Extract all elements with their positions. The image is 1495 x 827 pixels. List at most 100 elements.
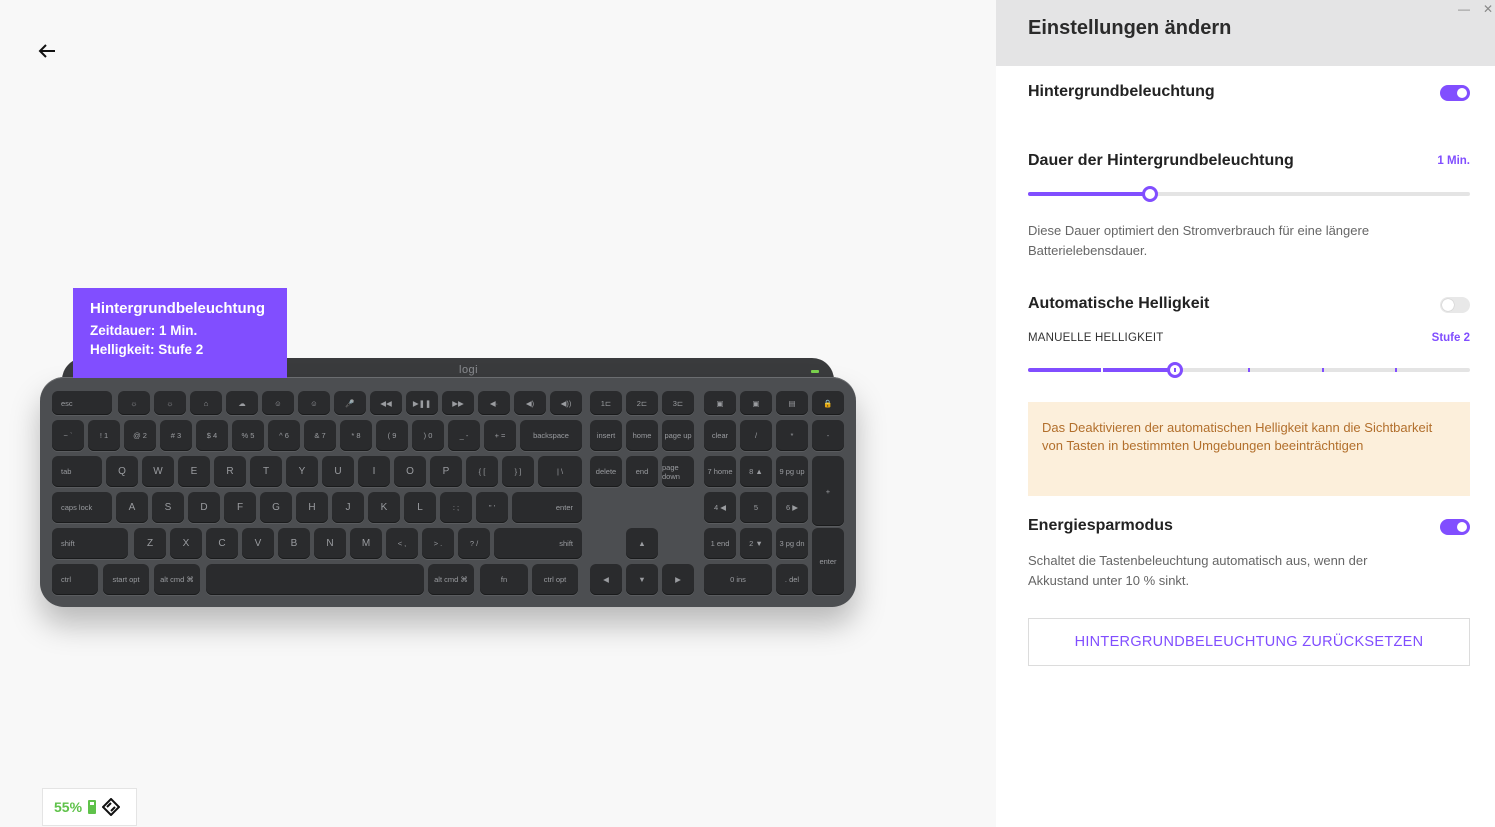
keyboard-key: T [250,456,282,487]
keyboard-key: + [812,456,844,526]
backlight-label: Hintergrundbeleuchtung [1028,83,1215,100]
keyboard-key: : ; [440,492,472,523]
keyboard-key: shift [494,528,582,559]
keyboard-key: enter [512,492,582,523]
keyboard-key: F [224,492,256,523]
keyboard-key: L [404,492,436,523]
keyboard-key: _ - [448,420,480,451]
keyboard-key: 🎤 [334,391,366,415]
keyboard-key: 4 ◀ [704,492,736,523]
keyboard-key: tab [52,456,102,487]
keyboard-key: { [ [466,456,498,487]
keyboard-key: end [626,456,658,487]
keyboard-key: N [314,528,346,559]
keyboard-key: esc [52,391,112,415]
keyboard-key: page down [662,456,694,487]
keyboard-key: ▶ [662,564,694,595]
keyboard-key: insert [590,420,622,451]
keyboard-key: . del [776,564,808,595]
keyboard-key: ) 0 [412,420,444,451]
keyboard-key: 1⊏ [590,391,622,415]
keyboard-key: ☼ [154,391,186,415]
keyboard-key: - [812,420,844,451]
duration-description: Diese Dauer optimiert den Stromverbrauch… [1028,223,1370,258]
keyboard-key: ▣ [740,391,772,415]
keyboard-key: % 5 [232,420,264,451]
keyboard-key: + = [484,420,516,451]
keyboard-key: ▶▶ [442,391,474,415]
keyboard-key: ? / [458,528,490,559]
keyboard-key: > . [422,528,454,559]
auto-brightness-toggle[interactable] [1440,297,1470,313]
close-icon[interactable]: ✕ [1483,2,1493,16]
panel-header: Einstellungen ändern [996,0,1495,66]
brightness-step-tick [1395,368,1398,372]
keyboard-key: R [214,456,246,487]
keyboard-key: start opt [103,564,149,595]
keyboard-key: ~ ` [52,420,84,451]
backlight-toggle[interactable] [1440,85,1470,101]
duration-slider-fill [1028,192,1150,196]
keyboard-key: 🔒 [812,391,844,415]
brightness-slider[interactable] [1028,362,1470,378]
keyboard-key [206,564,424,595]
keyboard-key: G [260,492,292,523]
duration-slider[interactable] [1028,186,1470,202]
keyboard-key: ▲ [626,528,658,559]
keyboard-key: # 3 [160,420,192,451]
battery-status: 55% [42,788,137,826]
power-saving-toggle[interactable] [1440,519,1470,535]
keyboard-key: H [296,492,328,523]
reset-backlight-button[interactable]: HINTERGRUNDBELEUCHTUNG ZURÜCKSETZEN [1028,618,1470,666]
keyboard-key: ☁ [226,391,258,415]
keyboard-led [811,370,819,373]
keyboard-key: ☺ [262,391,294,415]
keyboard-key: S [152,492,184,523]
manual-brightness-value: Stufe 2 [1431,332,1470,344]
keyboard-key: ◀· [478,391,510,415]
keyboard-key: Y [286,456,318,487]
keyboard-key: ! 1 [88,420,120,451]
keyboard-key: ▼ [626,564,658,595]
keyboard-key: ☺ [298,391,330,415]
keyboard-key: 8 ▲ [740,456,772,487]
minimize-icon[interactable]: — [1458,2,1470,16]
keyboard-key: ^ 6 [268,420,300,451]
keyboard-key: ( 9 [376,420,408,451]
keyboard-key: C [206,528,238,559]
keyboard-key: ⌂ [190,391,222,415]
warning-box: Das Deaktivieren der automatischen Helli… [1028,402,1470,496]
keyboard-key: ▶❚❚ [406,391,438,415]
keyboard-key: / [740,420,772,451]
settings-panel: — ✕ Einstellungen ändern Hintergrundbele… [996,0,1495,827]
battery-percent: 55% [54,799,83,815]
keyboard-key: < , [386,528,418,559]
keyboard-key: " ' [476,492,508,523]
keyboard-key: enter [812,528,844,595]
keyboard-key: shift [52,528,128,559]
keyboard-key: ctrl opt [532,564,578,595]
brightness-step-tick [1321,368,1324,372]
keyboard-body: esc ☼ ☼ ⌂ ☁ ☺ ☺ 🎤 ◀◀ ▶❚❚ ▶▶ ◀· ◀) ◀)) 1⊏ 2⊏ 3⊏ ▣ ▣ ▤ 🔒 ~ `! 1… [40,377,856,607]
keyboard-key: ◀◀ [370,391,402,415]
keyboard-key: X [170,528,202,559]
keyboard-key: $ 4 [196,420,228,451]
duration-slider-thumb[interactable] [1141,186,1158,202]
keyboard-key: ▤ [776,391,808,415]
keyboard-key: 7 home [704,456,736,487]
keyboard-key: P [430,456,462,487]
keyboard-key: home [626,420,658,451]
keyboard-image: logi esc ☼ ☼ ⌂ ☁ ☺ ☺ 🎤 ◀◀ ▶❚❚ ▶▶ ◀· ◀) ◀)) 1⊏ 2⊏ 3⊏ ▣ ▣ ▤ 🔒 ~… [40,355,856,615]
brightness-step-tick [1174,368,1177,372]
brightness-step-tick [1100,368,1103,372]
keyboard-key: W [142,456,174,487]
back-arrow-icon[interactable] [36,40,58,62]
battery-icon [88,800,97,814]
duration-value: 1 Min. [1437,155,1470,167]
keyboard-key: 3⊏ [662,391,694,415]
keyboard-key: 1 end [704,528,736,559]
keyboard-key: fn [480,564,528,595]
keyboard-key: & 7 [304,420,336,451]
keyboard-key: @ 2 [124,420,156,451]
panel-title: Einstellungen ändern [1028,17,1232,39]
